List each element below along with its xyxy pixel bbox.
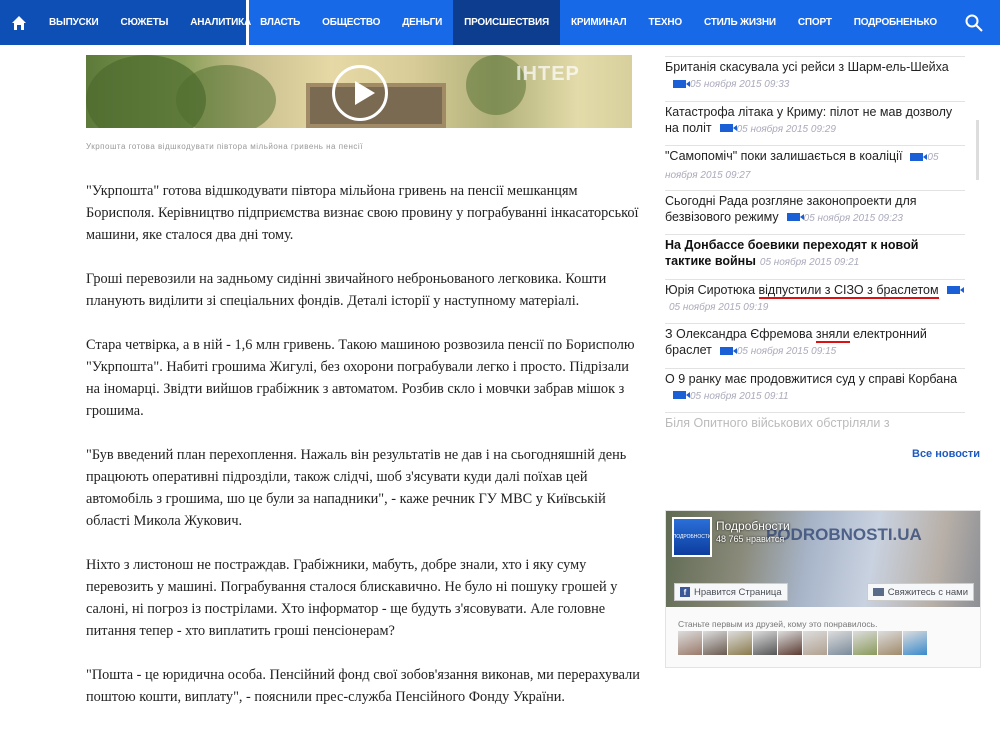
contact-us-button[interactable]: Свяжитесь с нами	[866, 583, 974, 601]
nav-item-0[interactable]: ВЛАСТЬ	[249, 0, 311, 45]
search-icon	[965, 14, 983, 32]
nav-right-section: ВЛАСТЬ ОБЩЕСТВО ДЕНЬГИ ПРОИСШЕСТВИЯ КРИМИНАЛ…	[249, 0, 1000, 45]
nav-item-2[interactable]: ДЕНЬГИ	[391, 0, 453, 45]
friends-like-text: Станьте первым из друзей, кому это понра…	[678, 619, 878, 629]
friend-avatar[interactable]	[903, 631, 927, 655]
highlighted-title-text[interactable]: відпустили з СІЗО з браслетом	[758, 282, 939, 299]
article-paragraph: Гроші перевозили на задньому сидінні зви…	[86, 271, 607, 309]
news-item-title[interactable]: З Олександра Єфремова	[665, 327, 816, 341]
nav-item-6[interactable]: СТИЛЬ ЖИЗНИ	[693, 0, 787, 45]
all-news-link[interactable]: Все новости	[912, 448, 980, 460]
video-caption: Укрпошта готова відшкодувати півтора міл…	[86, 142, 363, 151]
article-paragraph: Стара четвірка, а в ній - 1,6 млн гривен…	[86, 337, 635, 419]
friend-avatar[interactable]	[803, 631, 827, 655]
news-item-date: 05 ноября 2015 09:29	[736, 123, 836, 135]
news-item-title[interactable]: Британія скасувала усі рейси з Шарм-ель-…	[665, 60, 949, 74]
highlighted-title-text[interactable]: зняли	[815, 327, 850, 343]
news-item[interactable]: Юрія Сиротюка відпустили з СІЗО з брасле…	[665, 280, 965, 324]
article-paragraph: "Пошта - це юридична особа. Пенсійний фо…	[86, 667, 640, 705]
foliage	[176, 65, 276, 128]
facebook-icon: f	[680, 587, 690, 597]
friend-avatars	[678, 631, 927, 655]
envelope-icon	[872, 588, 884, 596]
news-item-date: 05 ноября 2015 09:23	[803, 212, 903, 224]
facebook-cover-image: PODROBNOSTI.UA ПОДРОБНОСТИ Подробности 4…	[666, 511, 980, 607]
news-item-date: 05 ноября 2015 09:33	[690, 79, 790, 90]
video-camera-icon	[910, 152, 928, 161]
friend-avatar[interactable]	[828, 631, 852, 655]
news-item-title[interactable]: Юрія Сиротюка	[665, 283, 759, 297]
friend-avatar[interactable]	[678, 631, 702, 655]
like-page-label: Нравится Страница	[694, 586, 782, 598]
news-item[interactable]: Катастрофа літака у Криму: пілот не мав …	[665, 102, 965, 146]
like-page-button[interactable]: f Нравится Страница	[674, 583, 788, 601]
search-button[interactable]	[948, 0, 1000, 45]
top-navigation: ВЫПУСКИ СЮЖЕТЫ АНАЛИТИКА ВЛАСТЬ ОБЩЕСТВО Д…	[0, 0, 1000, 45]
article-paragraph: Ніхто з листонош не постраждав. Грабіжни…	[86, 557, 618, 639]
friend-avatar[interactable]	[703, 631, 727, 655]
friend-avatar[interactable]	[853, 631, 877, 655]
video-camera-icon	[946, 286, 964, 295]
friend-avatar[interactable]	[778, 631, 802, 655]
facebook-page-widget: PODROBNOSTI.UA ПОДРОБНОСТИ Подробности 4…	[665, 510, 981, 668]
news-item[interactable]: "Самопоміч" поки залишається в коаліції 0…	[665, 146, 965, 191]
article-paragraph: "Укрпошта" готова відшкодувати півтора м…	[86, 183, 639, 243]
article-body: "Укрпошта" готова відшкодувати півтора м…	[86, 180, 642, 730]
video-camera-icon	[719, 124, 737, 133]
news-item[interactable]: З Олександра Єфремова зняли електронний …	[665, 324, 965, 369]
nav-item-vypusky[interactable]: ВЫПУСКИ	[38, 17, 110, 28]
video-player[interactable]: ІНТЕР	[86, 55, 632, 128]
contact-us-label: Свяжитесь с нами	[887, 586, 968, 598]
nav-item-3[interactable]: ПРОИСШЕСТВИЯ	[453, 0, 561, 45]
nav-item-7[interactable]: СПОРТ	[787, 0, 843, 45]
news-item-date: 05 ноября 2015 09:21	[759, 257, 860, 268]
friend-avatar[interactable]	[753, 631, 777, 655]
home-icon	[12, 15, 26, 30]
nav-item-1[interactable]: ОБЩЕСТВО	[311, 0, 391, 45]
news-item-cutoff	[665, 45, 965, 57]
video-camera-icon	[719, 346, 737, 355]
nav-left-section: ВЫПУСКИ СЮЖЕТЫ АНАЛИТИКА	[0, 0, 251, 45]
video-camera-icon	[786, 213, 804, 222]
news-item-title[interactable]: "Самопоміч" поки залишається в коаліції	[665, 149, 902, 163]
news-feed: Британія скасувала усі рейси з Шарм-ель-…	[665, 45, 965, 435]
news-feed-scrollbar[interactable]	[976, 120, 979, 180]
nav-item-syuzhety[interactable]: СЮЖЕТЫ	[110, 17, 180, 28]
article-paragraph: "Був введений план перехоплення. Нажаль …	[86, 447, 627, 529]
news-item-faded[interactable]: Біля Опитного військових обстріляли з	[665, 413, 965, 435]
page-likes-count: 48 765 нравится	[716, 534, 785, 544]
nav-item-8[interactable]: ПОДРОБНЕНЬКО	[843, 0, 948, 45]
friend-avatar[interactable]	[878, 631, 902, 655]
news-item[interactable]: Британія скасувала усі рейси з Шарм-ель-…	[665, 57, 965, 102]
news-item-date: 05 ноября 2015 09:11	[690, 390, 789, 402]
channel-watermark: ІНТЕР	[516, 63, 580, 85]
page-name[interactable]: Подробности	[716, 519, 790, 533]
news-item-title[interactable]: О 9 ранку має продовжитися суд у справі …	[665, 372, 957, 386]
play-button-icon[interactable]	[332, 65, 388, 121]
video-camera-icon	[673, 391, 690, 400]
news-item[interactable]: На Донбассе боевики переходят к новой та…	[665, 235, 965, 280]
home-button[interactable]	[0, 15, 38, 31]
news-item-date: 05 ноября 2015 09:15	[736, 346, 837, 357]
nav-item-4[interactable]: КРИМИНАЛ	[560, 0, 637, 45]
news-item-date: 05 ноября 2015 09:19	[669, 301, 769, 313]
nav-item-5[interactable]: ТЕХНО	[638, 0, 693, 45]
news-item[interactable]: Сьогодні Рада розгляне законопроекти для…	[665, 191, 965, 235]
news-item[interactable]: О 9 ранку має продовжитися суд у справі …	[665, 369, 965, 413]
video-camera-icon	[673, 79, 690, 88]
friend-avatar[interactable]	[728, 631, 752, 655]
page-logo[interactable]: ПОДРОБНОСТИ	[672, 517, 712, 557]
